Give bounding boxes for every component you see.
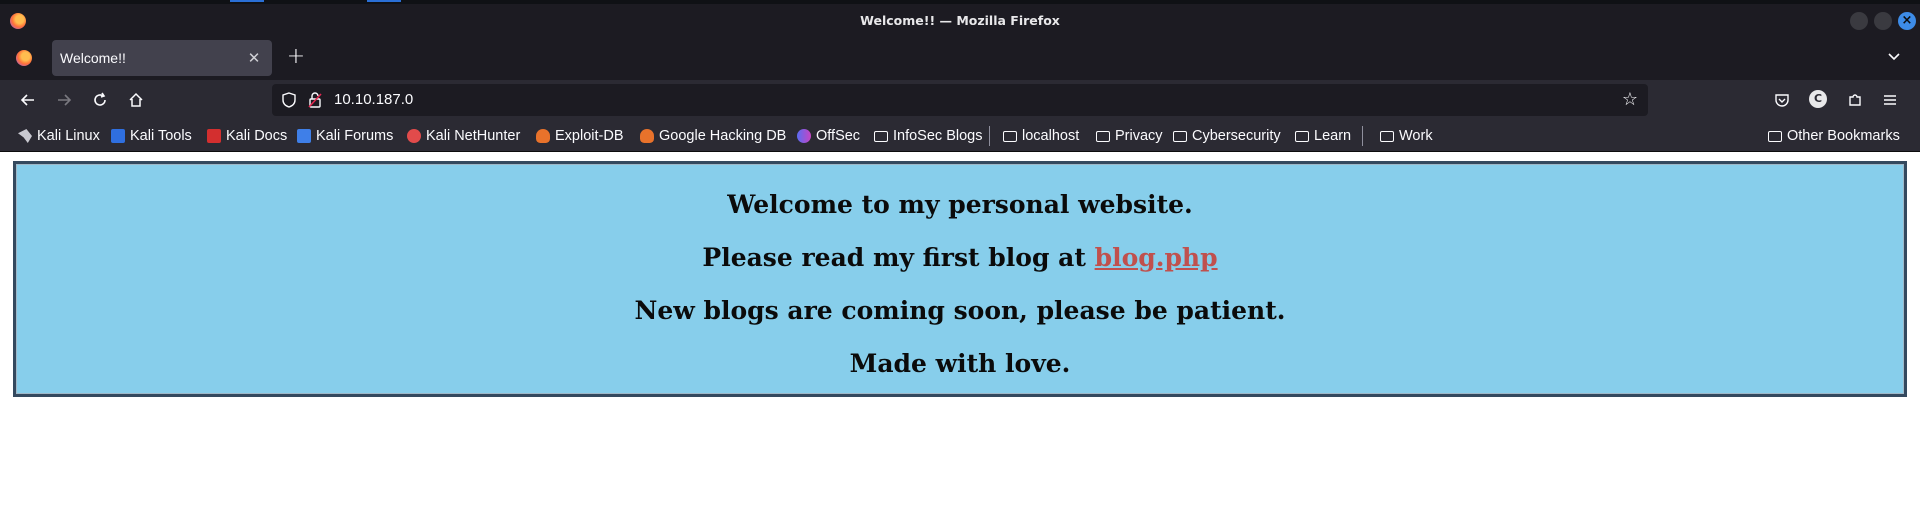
insecure-lock-icon[interactable] — [308, 92, 322, 108]
url-text[interactable]: 10.10.187.0 — [334, 91, 413, 108]
back-button[interactable] — [16, 88, 40, 112]
bookmark-separator — [989, 126, 990, 146]
reload-button[interactable] — [88, 88, 112, 112]
offsec-icon — [797, 129, 811, 143]
folder-icon — [1380, 130, 1394, 142]
folder-icon — [1295, 130, 1309, 142]
bookmark-label: OffSec — [816, 128, 861, 144]
kali-docs-icon — [207, 129, 221, 143]
bookmark-folder-work[interactable]: Work — [1380, 127, 1433, 145]
kali-tools-icon — [111, 129, 125, 143]
bookmark-folder-cybersecurity[interactable]: Cybersecurity — [1173, 127, 1281, 145]
bookmark-label: Kali Docs — [226, 128, 288, 144]
forward-button[interactable] — [52, 88, 76, 112]
other-bookmarks[interactable]: Other Bookmarks — [1768, 127, 1900, 145]
bookmark-label: Kali Forums — [316, 128, 394, 144]
window-title: Welcome!! — Mozilla Firefox — [860, 12, 1060, 28]
tab-close-icon[interactable]: ✕ — [246, 49, 262, 67]
window-controls: × — [1850, 12, 1916, 30]
bookmark-label: Kali Linux — [37, 128, 100, 144]
bookmark-label: Cybersecurity — [1192, 128, 1281, 144]
coming-soon-text: New blogs are coming soon, please be pat… — [634, 296, 1286, 325]
blog-line: Please read my first blog at blog.php — [16, 243, 1904, 272]
bookmark-folder-learn[interactable]: Learn — [1295, 127, 1351, 145]
bookmark-folder-localhost[interactable]: localhost — [1003, 127, 1079, 145]
tab-welcome[interactable]: Welcome!! ✕ — [52, 40, 272, 76]
pocket-icon[interactable] — [1770, 88, 1794, 112]
bookmark-label: Work — [1399, 128, 1433, 144]
bookmark-label: Kali NetHunter — [426, 128, 521, 144]
bookmark-label: InfoSec Blogs — [893, 128, 983, 144]
url-bar[interactable]: 10.10.187.0 ☆ — [272, 84, 1648, 116]
bookmark-folder-privacy[interactable]: Privacy — [1096, 127, 1163, 145]
home-button[interactable] — [124, 88, 148, 112]
tab-title: Welcome!! — [60, 50, 126, 66]
folder-icon — [1768, 130, 1782, 142]
welcome-heading: Welcome to my personal website. — [727, 190, 1193, 219]
folder-icon — [874, 130, 888, 142]
bookmark-kali-nethunter[interactable]: Kali NetHunter — [407, 127, 520, 145]
bookmark-separator — [1362, 126, 1363, 146]
bookmark-label: Other Bookmarks — [1787, 128, 1900, 144]
bookmark-label: Privacy — [1115, 128, 1163, 144]
window-titlebar: Welcome!! — Mozilla Firefox × — [0, 4, 1920, 36]
desktop-indicator — [367, 0, 401, 2]
extensions-puzzle-icon[interactable] — [1843, 88, 1867, 112]
exploit-db-icon — [640, 129, 654, 143]
maximize-button[interactable] — [1874, 12, 1892, 30]
bookmark-kali-forums[interactable]: Kali Forums — [297, 127, 393, 145]
bookmark-kali-linux[interactable]: Kali Linux — [18, 127, 100, 145]
exploit-db-icon — [536, 129, 550, 143]
welcome-panel: Welcome to my personal website. Please r… — [13, 161, 1907, 397]
bookmark-label: Google Hacking DB — [659, 128, 787, 144]
tab-strip: Welcome!! ✕ + — [0, 36, 1920, 80]
blog-link[interactable]: blog.php — [1095, 243, 1218, 272]
bookmark-google-hacking-db[interactable]: Google Hacking DB — [640, 127, 786, 145]
kali-icon — [18, 129, 32, 143]
bookmark-kali-docs[interactable]: Kali Docs — [207, 127, 287, 145]
close-window-button[interactable]: × — [1898, 12, 1916, 30]
firefox-view-icon[interactable] — [16, 50, 32, 66]
bookmark-label: localhost — [1022, 128, 1080, 144]
minimize-button[interactable] — [1850, 12, 1868, 30]
blog-line-text: Please read my first blog at — [702, 243, 1086, 272]
folder-icon — [1096, 130, 1110, 142]
bookmark-folder-infosec-blogs[interactable]: InfoSec Blogs — [874, 127, 982, 145]
bookmark-label: Exploit-DB — [555, 128, 624, 144]
desktop-indicator — [230, 0, 264, 2]
bookmark-label: Kali Tools — [130, 128, 192, 144]
folder-icon — [1173, 130, 1187, 142]
bookmarks-toolbar: Kali Linux Kali Tools Kali Docs Kali For… — [0, 120, 1920, 152]
bookmark-kali-tools[interactable]: Kali Tools — [111, 127, 192, 145]
tracking-protection-shield-icon[interactable] — [282, 92, 296, 108]
bookmark-label: Learn — [1314, 128, 1352, 144]
new-tab-button[interactable]: + — [284, 46, 308, 70]
bookmark-star-icon[interactable]: ☆ — [1622, 89, 1638, 110]
kali-forums-icon — [297, 129, 311, 143]
account-avatar[interactable]: C — [1809, 90, 1827, 108]
made-with-love-text: Made with love. — [849, 349, 1071, 378]
app-menu-hamburger-icon[interactable] — [1878, 88, 1902, 112]
folder-icon — [1003, 130, 1017, 142]
bookmark-exploit-db[interactable]: Exploit-DB — [536, 127, 624, 145]
page-viewport: Welcome to my personal website. Please r… — [0, 153, 1920, 525]
list-all-tabs-chevron-icon[interactable] — [1884, 48, 1904, 68]
nethunter-icon — [407, 129, 421, 143]
firefox-icon — [10, 13, 26, 29]
navigation-toolbar: 10.10.187.0 ☆ C — [0, 80, 1920, 120]
bookmark-offsec[interactable]: OffSec — [797, 127, 860, 145]
